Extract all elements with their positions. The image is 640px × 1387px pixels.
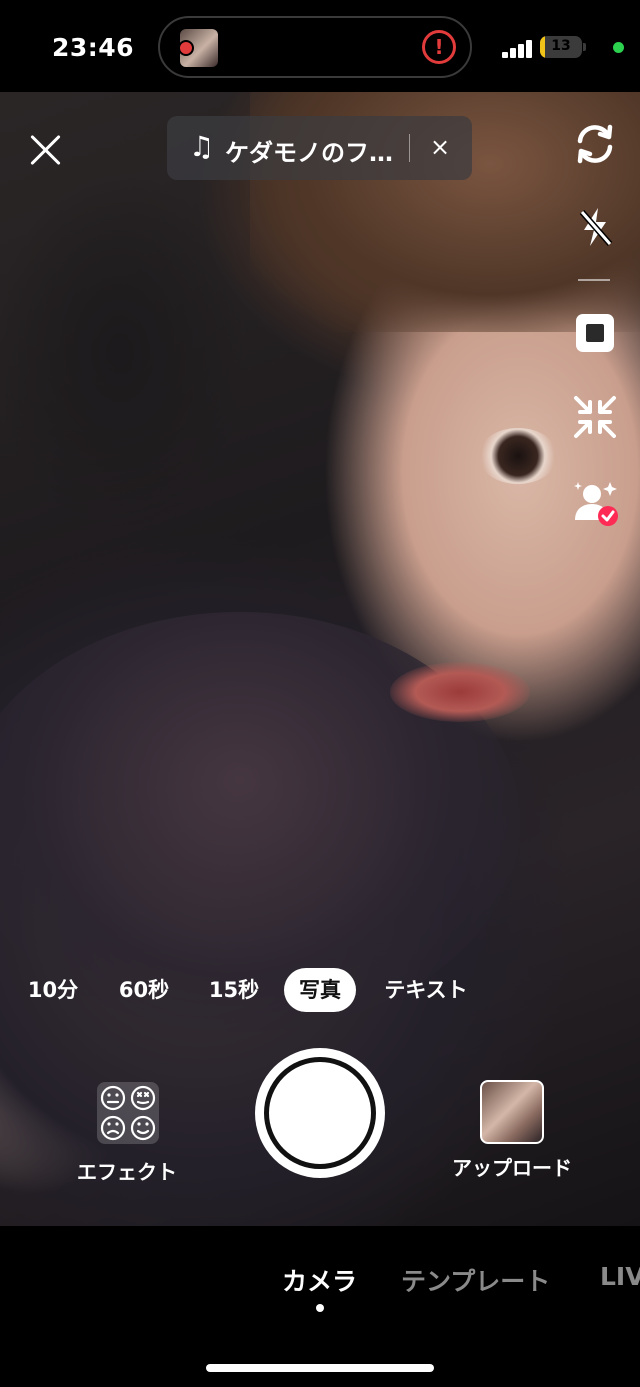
beauty-person-icon[interactable] bbox=[570, 478, 620, 528]
recording-indicator-icon bbox=[178, 40, 194, 56]
tab-camera[interactable]: カメラ bbox=[282, 1262, 357, 1298]
alert-icon: ! bbox=[422, 30, 456, 64]
status-bar: 23:46 ! 13 bbox=[0, 0, 640, 92]
bottom-tab-bar: カメラ テンプレート LIV bbox=[0, 1226, 640, 1387]
sound-divider bbox=[409, 134, 410, 162]
upload-gallery-thumbnail[interactable] bbox=[480, 1080, 544, 1144]
close-icon[interactable] bbox=[28, 132, 64, 168]
mode-10min[interactable]: 10分 bbox=[20, 968, 86, 1012]
home-indicator[interactable] bbox=[206, 1364, 434, 1372]
screen-recording-thumbnail[interactable] bbox=[178, 29, 218, 67]
effects-label[interactable]: エフェクト bbox=[60, 1156, 194, 1185]
mode-photo[interactable]: 写真 bbox=[284, 968, 356, 1012]
battery-percentage: 13 bbox=[551, 38, 571, 54]
viewfinder-lips-region bbox=[390, 662, 530, 722]
mode-15sec[interactable]: 15秒 bbox=[198, 968, 270, 1012]
battery-nub bbox=[583, 43, 586, 51]
aspect-ratio-icon[interactable] bbox=[570, 308, 620, 358]
add-sound-button[interactable]: ♫ ケダモノのフ… × bbox=[167, 116, 472, 180]
privacy-indicator-dot bbox=[613, 42, 624, 53]
selected-sound-title: ケダモノのフ… bbox=[225, 139, 393, 167]
remove-sound-icon[interactable]: × bbox=[425, 131, 455, 163]
music-note-icon: ♫ bbox=[189, 130, 215, 163]
flip-camera-icon[interactable] bbox=[570, 119, 620, 169]
active-tab-dot bbox=[316, 1304, 324, 1312]
effects-faces-icon bbox=[97, 1082, 159, 1144]
effects-button[interactable] bbox=[97, 1082, 159, 1144]
shutter-inner-ring bbox=[264, 1057, 376, 1169]
collapse-arrows-icon[interactable] bbox=[570, 392, 620, 442]
tab-live[interactable]: LIV bbox=[600, 1262, 640, 1291]
battery-icon: 13 bbox=[540, 36, 582, 58]
status-time: 23:46 bbox=[52, 33, 135, 62]
capture-mode-selector: 10分 60秒 15秒 写真 テキスト bbox=[0, 968, 640, 1012]
mode-60sec[interactable]: 60秒 bbox=[108, 968, 180, 1012]
flash-off-icon[interactable] bbox=[570, 202, 620, 252]
dynamic-island[interactable]: ! bbox=[158, 16, 472, 78]
shutter-button[interactable] bbox=[255, 1048, 385, 1178]
mode-text[interactable]: テキスト bbox=[376, 968, 476, 1012]
upload-label[interactable]: アップロード bbox=[440, 1152, 584, 1181]
tools-divider bbox=[578, 279, 610, 281]
viewfinder-eye-region bbox=[478, 428, 558, 484]
cellular-signal-icon bbox=[502, 38, 536, 58]
tab-templates[interactable]: テンプレート bbox=[401, 1262, 550, 1298]
